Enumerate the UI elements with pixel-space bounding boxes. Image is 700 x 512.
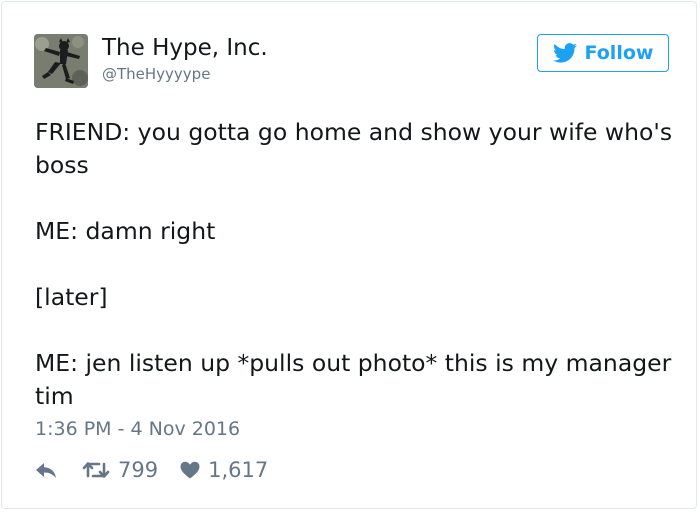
tweet-paragraph: ME: damn right [35,217,216,245]
follow-label: Follow [584,42,654,64]
avatar-image [34,34,88,88]
tweet-card: The Hype, Inc. @TheHyyyype Follow FRIEND… [1,1,697,509]
heart-icon [180,461,200,479]
avatar[interactable] [34,34,88,88]
tweet-timestamp[interactable]: 1:36 PM - 4 Nov 2016 [35,418,240,440]
tweet-paragraph: [later] [35,283,108,311]
reply-icon [35,461,57,479]
reply-button[interactable] [35,461,57,479]
like-button[interactable]: 1,617 [180,458,268,482]
tweet-text: FRIEND: you gotta go home and show your … [35,116,675,413]
author-handle[interactable]: @TheHyyyype [102,65,210,83]
like-count: 1,617 [208,458,269,482]
follow-button[interactable]: Follow [537,34,669,72]
tweet-actions: 799 1,617 [35,454,268,486]
retweet-button[interactable]: 799 [82,458,158,482]
tweet-paragraph: ME: jen listen up *pulls out photo* this… [35,349,672,410]
retweet-count: 799 [118,458,159,482]
twitter-bird-icon [552,43,577,63]
retweet-icon [82,460,110,480]
tweet-paragraph: FRIEND: you gotta go home and show your … [35,118,673,179]
author-name[interactable]: The Hype, Inc. [102,35,268,61]
